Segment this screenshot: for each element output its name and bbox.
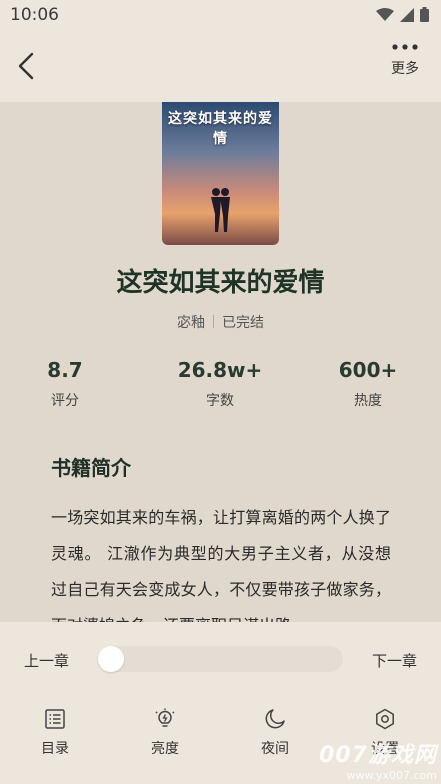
- more-label: 更多: [391, 61, 419, 77]
- intro-text: 一场突如其来的车祸，让打算离婚的两个人换了灵魂。 江澈作为典型的大男子主义者，从…: [51, 508, 391, 622]
- stat-label: 字数: [206, 393, 234, 409]
- author-name[interactable]: 宓釉: [177, 315, 205, 331]
- book-detail-content: 这突如其来的爱情 这突如其来的爱情 宓釉 已完结 8.7 评分 26.8w+ 字数…: [0, 102, 441, 622]
- book-stats: 8.7 评分 26.8w+ 字数 600+ 热度: [0, 358, 441, 414]
- status-time: 10:06: [10, 5, 59, 25]
- more-button[interactable]: 更多: [387, 44, 423, 92]
- book-cover[interactable]: 这突如其来的爱情: [162, 102, 279, 245]
- status-icons: [376, 7, 429, 22]
- brightness-icon: [155, 708, 175, 727]
- status-bar: 10:06: [0, 0, 441, 30]
- toolbar-label: 亮度: [151, 741, 179, 757]
- completion-status: 已完结: [222, 315, 264, 331]
- stat-label: 评分: [51, 393, 79, 409]
- prev-chapter-button[interactable]: 上一章: [24, 650, 69, 671]
- reader-control-panel: 上一章 下一章 目录 亮度 夜间 设置 007游戏网 www.yx007.com: [0, 622, 441, 784]
- stat-word-count: 26.8w+ 字数: [170, 358, 270, 410]
- site-watermark: 007游戏网 www.yx007.com: [319, 737, 437, 782]
- toolbar-catalog-button[interactable]: 目录: [25, 708, 85, 758]
- more-dots-icon: [392, 44, 418, 50]
- meta-divider: [213, 315, 214, 328]
- stat-value: 8.7: [47, 358, 83, 382]
- stat-rating: 8.7 评分: [30, 358, 100, 410]
- slider-thumb[interactable]: [98, 646, 124, 672]
- book-title: 这突如其来的爱情: [116, 268, 325, 298]
- intro-title: 书籍简介: [51, 456, 131, 480]
- toolbar-label: 夜间: [261, 741, 289, 757]
- battery-icon: [420, 7, 429, 22]
- settings-icon: [376, 708, 394, 730]
- cover-title: 这突如其来的爱情: [168, 111, 273, 147]
- list-icon: [45, 709, 65, 729]
- watermark-main: 007游戏网: [319, 743, 437, 768]
- app-bar: 更多: [0, 30, 441, 102]
- moon-icon: [265, 709, 285, 729]
- stat-popularity: 600+ 热度: [333, 358, 403, 410]
- signal-icon: [400, 7, 414, 22]
- next-chapter-button[interactable]: 下一章: [372, 650, 417, 671]
- toolbar-label: 目录: [41, 741, 69, 757]
- toolbar-night-mode-button[interactable]: 夜间: [245, 708, 305, 758]
- book-meta: 宓釉 已完结: [0, 312, 441, 332]
- chevron-left-icon: [18, 52, 34, 80]
- couple-silhouette-icon: [211, 188, 230, 232]
- chapter-nav: 上一章 下一章: [0, 644, 441, 674]
- stat-value: 600+: [338, 358, 398, 382]
- watermark-url: www.yx007.com: [346, 769, 437, 782]
- stat-label: 热度: [354, 393, 382, 409]
- chapter-progress-slider[interactable]: [98, 646, 343, 672]
- wifi-icon: [376, 7, 394, 21]
- stat-value: 26.8w+: [177, 358, 263, 382]
- back-button[interactable]: [12, 50, 42, 82]
- toolbar-brightness-button[interactable]: 亮度: [135, 708, 195, 758]
